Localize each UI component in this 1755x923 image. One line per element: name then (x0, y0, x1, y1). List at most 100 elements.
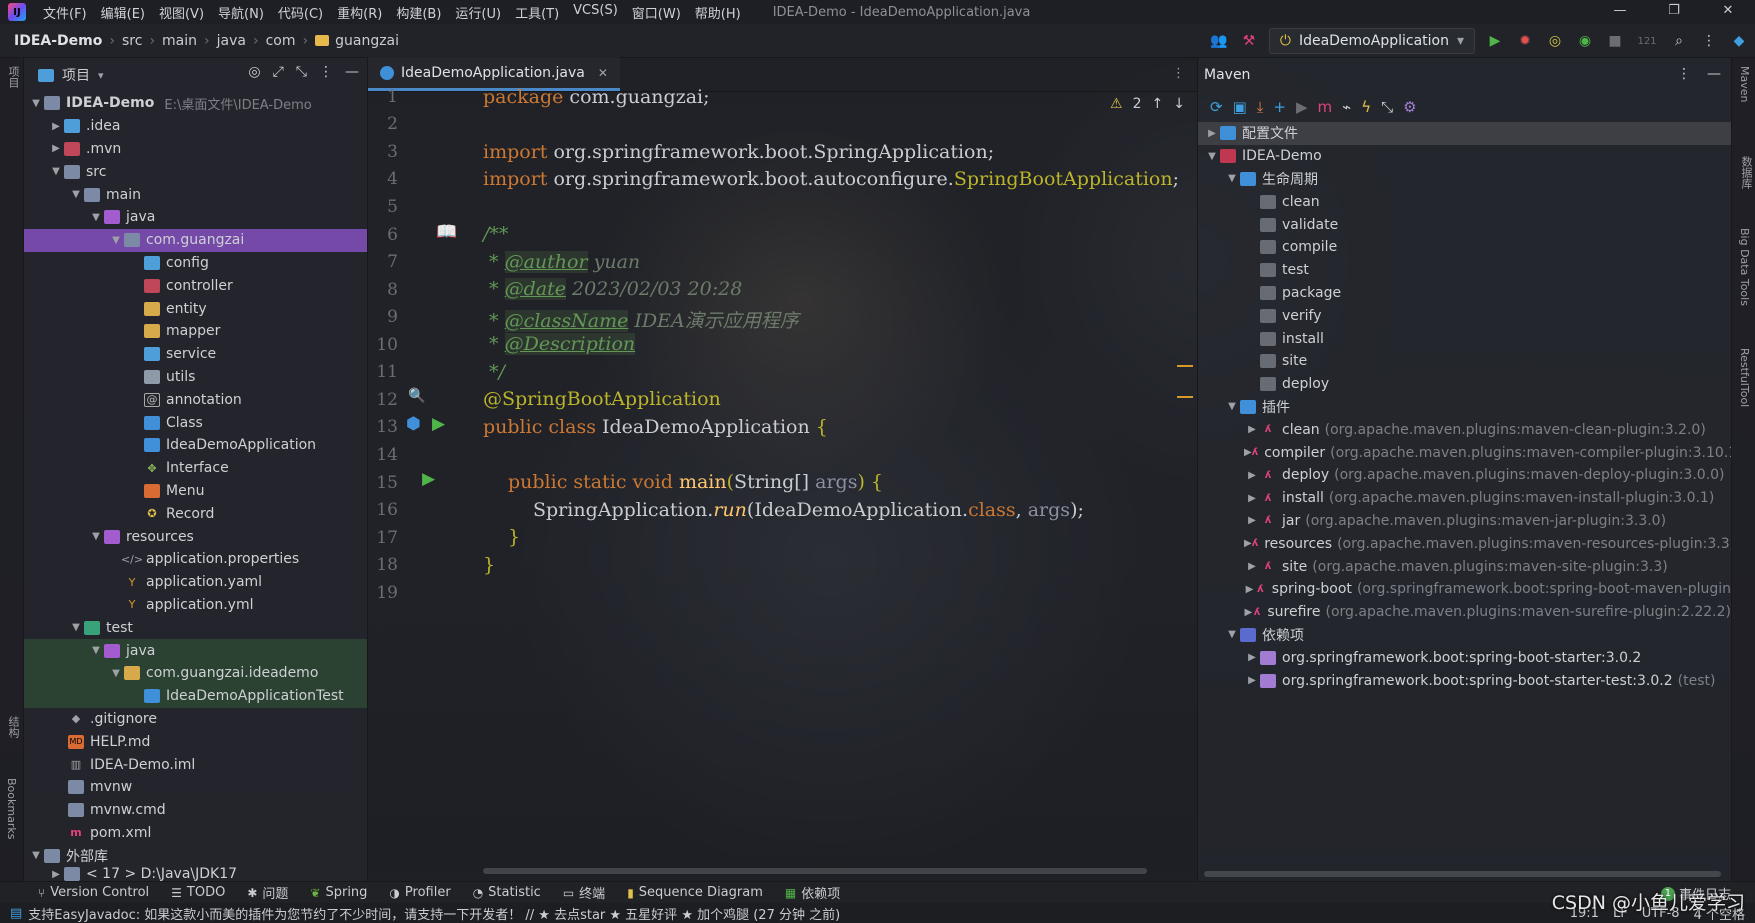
tool-sequence-diagram[interactable]: ▮ Sequence Diagram (627, 885, 763, 900)
run-class-icon[interactable]: ▶ (432, 414, 445, 434)
spring-bean-icon[interactable]: ⬢ (406, 414, 421, 434)
profiler-icon[interactable]: ◉ (1575, 31, 1595, 51)
maven-plugins[interactable]: ▼ 插件 (1198, 396, 1731, 419)
search-icon[interactable]: ⌕ (1669, 31, 1689, 51)
tool-statistic[interactable]: ◔ Statistic (473, 885, 541, 900)
stripe-bookmarks[interactable]: Bookmarks (5, 778, 18, 839)
maven-plugin[interactable]: ▶ ʎ clean (org.apache.maven.plugins:maven-c… (1198, 418, 1731, 441)
editor-horizontal-scrollbar[interactable] (483, 868, 1147, 874)
stripe-database[interactable]: 数据库 (1738, 156, 1754, 189)
tree-item[interactable]: mapper (24, 320, 367, 343)
book-icon[interactable]: 📖 (436, 222, 457, 242)
menu-navigate[interactable]: 导航(N) (211, 3, 271, 22)
tree-item[interactable]: utils (24, 366, 367, 389)
tree-item[interactable]: config (24, 252, 367, 275)
maven-goal[interactable]: compile (1198, 236, 1731, 259)
reload-icon[interactable]: ⟳ (1210, 98, 1223, 116)
tool-todo[interactable]: ☰ TODO (171, 885, 225, 900)
chevron-down-icon[interactable]: ▼ (1204, 151, 1220, 162)
tree-item[interactable]: IdeaDemoApplicationTest (24, 684, 367, 708)
maven-goal[interactable]: deploy (1198, 373, 1731, 396)
chevron-right-icon[interactable]: ▶ (1204, 128, 1220, 139)
chevron-down-icon[interactable]: ▼ (1224, 401, 1240, 412)
settings-icon[interactable]: ⚙ (1403, 98, 1416, 116)
tree-item[interactable]: ▼ IDEA-Demo E:\桌面文件\IDEA-Demo (24, 92, 367, 115)
menu-build[interactable]: 构建(B) (389, 3, 448, 22)
breadcrumb-java[interactable]: java (217, 33, 246, 49)
chevron-right-icon[interactable]: ▶ (48, 869, 64, 880)
maven-dependency[interactable]: ▶ org.springframework.boot:spring-boot-st… (1198, 646, 1731, 669)
chevron-right-icon[interactable]: ▶ (1244, 493, 1260, 504)
more-actions-icon[interactable]: ⋮ (1699, 31, 1719, 51)
maven-goal[interactable]: test (1198, 259, 1731, 282)
maximize-button[interactable]: ❐ (1647, 0, 1701, 24)
more-tabs-icon[interactable]: ⋮ (1172, 66, 1185, 81)
status-message[interactable]: 支持EasyJavadoc: 如果这款小而美的插件为您节约了不少时间，请支持一下… (28, 904, 840, 923)
users-icon[interactable]: 👥 (1209, 31, 1229, 51)
chevron-down-icon[interactable]: ▼ (28, 98, 44, 109)
chevron-right-icon[interactable]: ▶ (1244, 470, 1260, 481)
tree-item[interactable]: ▼ main (24, 183, 367, 206)
maven-plugin[interactable]: ▶ ʎ surefire (org.apache.maven.plugins:mave… (1198, 601, 1731, 624)
toggle-offline-icon[interactable]: ⌁ (1342, 98, 1351, 116)
tree-item[interactable]: ▼ resources (24, 525, 367, 548)
maven-horizontal-scrollbar[interactable] (1204, 871, 1721, 877)
menu-view[interactable]: 视图(V) (152, 3, 211, 22)
maven-plugin[interactable]: ▶ ʎ site (org.apache.maven.plugins:maven-si… (1198, 555, 1731, 578)
tool-profiler[interactable]: ◑ Profiler (389, 885, 450, 900)
tree-item[interactable]: ▶ .idea (24, 115, 367, 138)
menu-tools[interactable]: 工具(T) (508, 3, 566, 22)
chevron-right-icon[interactable]: ▶ (48, 143, 64, 154)
chevron-down-icon[interactable]: ▼ (108, 668, 124, 679)
maven-goal[interactable]: validate (1198, 213, 1731, 236)
stop-icon[interactable]: ■ (1605, 31, 1625, 51)
stripe-restful-tool[interactable]: RestfulTool (1738, 348, 1751, 407)
maven-goal[interactable]: verify (1198, 304, 1731, 327)
maven-goal[interactable]: site (1198, 350, 1731, 373)
chevron-right-icon[interactable]: ▶ (1244, 561, 1260, 572)
coverage-icon[interactable]: ◎ (1545, 31, 1565, 51)
tree-item[interactable]: ▥ IDEA-Demo.iml (24, 753, 367, 776)
breadcrumb-com[interactable]: com (266, 33, 296, 49)
run-maven-icon[interactable]: ▶ (1296, 98, 1308, 116)
stripe-big-data-tools[interactable]: Big Data Tools (1738, 228, 1751, 306)
tree-item[interactable]: ▶ .mvn (24, 138, 367, 161)
chevron-right-icon[interactable]: ▶ (1244, 515, 1260, 526)
tree-item[interactable]: IdeaDemoApplication (24, 434, 367, 457)
chevron-down-icon[interactable]: ▾ (98, 69, 104, 82)
tool-terminal[interactable]: ▭ 终端 (563, 883, 605, 903)
chevron-right-icon[interactable]: ▶ (1244, 424, 1260, 435)
menu-edit[interactable]: 编辑(E) (94, 3, 152, 22)
debug-icon[interactable]: ✹ (1515, 31, 1535, 51)
run-main-icon[interactable]: ▶ (422, 469, 435, 489)
chevron-down-icon[interactable]: ▼ (1224, 629, 1240, 640)
next-highlight-icon[interactable]: ↓ (1173, 96, 1185, 112)
tree-item[interactable]: ▼ test (24, 616, 367, 639)
skip-tests-icon[interactable]: ϟ (1361, 98, 1371, 116)
stripe-maven[interactable]: Maven (1738, 66, 1751, 102)
tree-item[interactable]: ▼ java (24, 639, 367, 662)
maven-dependency[interactable]: ▶ org.springframework.boot:spring-boot-st… (1198, 669, 1731, 692)
menu-code[interactable]: 代码(C) (271, 3, 330, 22)
tree-item[interactable]: ▶ < 17 > D:\Java\JDK17 (24, 867, 367, 882)
tree-item[interactable]: service (24, 343, 367, 366)
maven-plugin[interactable]: ▶ ʎ compiler (org.apache.maven.plugins:mave… (1198, 441, 1731, 464)
tree-item[interactable]: Menu (24, 480, 367, 503)
chevron-down-icon[interactable]: ▼ (88, 212, 104, 223)
tree-item[interactable]: m pom.xml (24, 822, 367, 845)
maven-lifecycle[interactable]: ▼ 生命周期 (1198, 168, 1731, 191)
chevron-right-icon[interactable]: ▶ (1244, 447, 1252, 458)
chevron-down-icon[interactable]: ▼ (108, 235, 124, 246)
maven-plugin[interactable]: ▶ ʎ spring-boot (org.springframework.boot:s… (1198, 578, 1731, 601)
run-configuration-select[interactable]: ⏻ IdeaDemoApplication ▾ (1268, 28, 1475, 54)
collapse-all-icon[interactable]: ⤡ (1381, 98, 1393, 116)
add-icon[interactable]: + (1273, 98, 1286, 116)
tree-item[interactable]: </> application.properties (24, 548, 367, 571)
minimize-button[interactable]: — (1593, 0, 1647, 24)
maven-goal[interactable]: install (1198, 327, 1731, 350)
chevron-down-icon[interactable]: ▼ (28, 850, 44, 861)
maven-plugin[interactable]: ▶ ʎ jar (org.apache.maven.plugins:maven-jar… (1198, 510, 1731, 533)
chevron-right-icon[interactable]: ▶ (48, 121, 64, 132)
tree-item[interactable]: ▼ com.guangzai (24, 228, 367, 252)
hide-icon[interactable]: — (345, 64, 359, 80)
